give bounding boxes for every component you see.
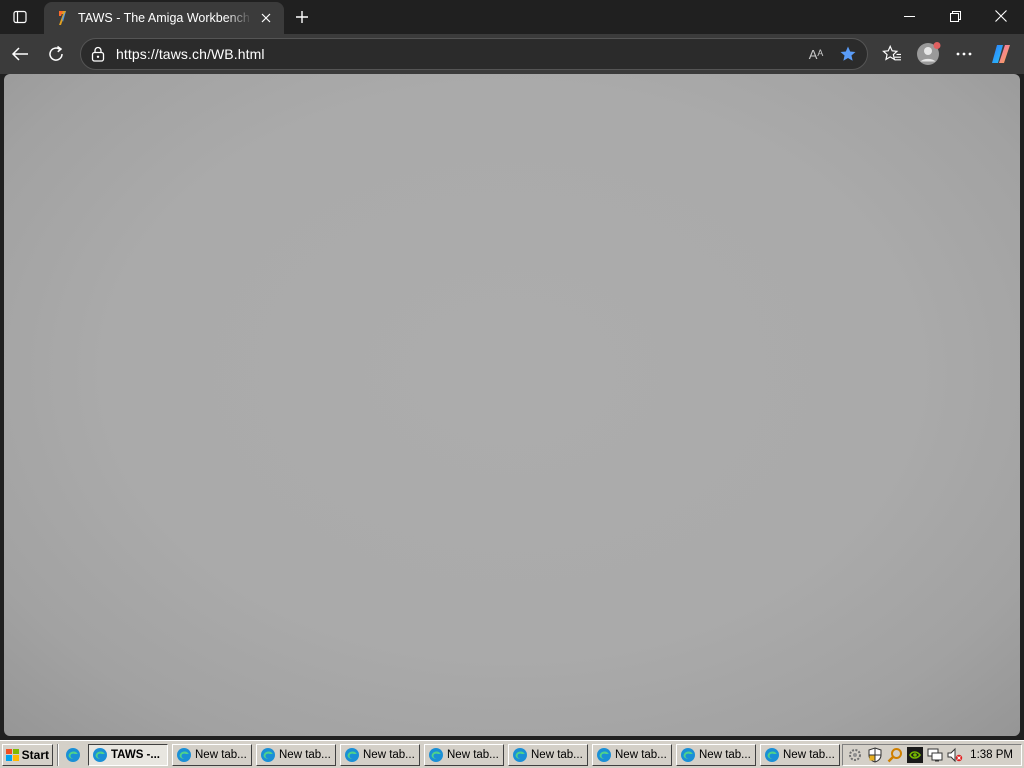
start-label: Start <box>21 747 49 762</box>
task-label: New tab... <box>615 748 667 761</box>
task-label: New tab... <box>279 748 331 761</box>
search-icon[interactable] <box>887 747 903 763</box>
task-label: TAWS -... <box>111 748 160 761</box>
task-button-new-tab[interactable]: New tab... <box>676 743 756 766</box>
task-button-taws[interactable]: TAWS -... <box>88 743 168 766</box>
browser-toolbar: https://taws.ch/WB.html Aᴬ <box>0 34 1024 74</box>
edge-icon <box>93 747 107 762</box>
clock[interactable]: 1:38 PM <box>970 749 1013 761</box>
close-icon[interactable] <box>256 8 276 28</box>
edge-icon <box>177 747 191 762</box>
close-window-icon[interactable] <box>978 0 1024 32</box>
new-tab-icon[interactable] <box>288 4 316 30</box>
edge-quicklaunch-icon[interactable] <box>62 744 84 766</box>
edge-icon <box>429 747 443 762</box>
edge-icon <box>345 747 359 762</box>
task-label: New tab... <box>447 748 499 761</box>
copilot-icon[interactable] <box>986 40 1016 68</box>
shield-icon[interactable] <box>867 747 883 763</box>
reload-icon[interactable] <box>41 40 71 68</box>
task-button-new-tab[interactable]: New tab... <box>340 743 420 766</box>
task-button-new-tab[interactable]: New tab... <box>424 743 504 766</box>
task-button-new-tab[interactable]: New tab... <box>592 743 672 766</box>
edge-icon <box>597 747 611 762</box>
browser-titlebar: TAWS - The Amiga Workbench Site <box>0 0 1024 34</box>
taws-favicon <box>54 10 70 26</box>
system-tray: 1:38 PM <box>842 744 1022 766</box>
task-button-new-tab[interactable]: New tab... <box>256 743 336 766</box>
back-icon[interactable] <box>5 40 35 68</box>
task-label: New tab... <box>531 748 583 761</box>
task-button-new-tab[interactable]: New tab... <box>508 743 588 766</box>
start-button[interactable]: Start <box>2 743 53 766</box>
edge-icon <box>513 747 527 762</box>
site-info-icon[interactable] <box>90 46 106 62</box>
page-viewport[interactable] <box>4 74 1020 736</box>
nvidia-icon[interactable] <box>907 747 923 763</box>
profile-icon[interactable] <box>912 40 946 68</box>
tab-active[interactable]: TAWS - The Amiga Workbench Site <box>44 2 284 34</box>
taskbar-separator <box>57 743 59 766</box>
edge-icon <box>765 747 779 762</box>
edge-icon <box>261 747 275 762</box>
task-label: New tab... <box>195 748 247 761</box>
favorites-icon[interactable] <box>877 40 907 68</box>
windows-logo-icon <box>6 748 19 761</box>
volume-muted-icon[interactable] <box>947 747 963 763</box>
edge-icon <box>681 747 695 762</box>
settings-icon[interactable] <box>847 747 863 763</box>
tab-actions-icon[interactable] <box>6 4 34 30</box>
taskbar: Start TAWS -... New tab... New tab... Ne… <box>0 740 1024 768</box>
url-text: https://taws.ch/WB.html <box>116 46 265 62</box>
favorite-star-icon[interactable] <box>833 39 863 69</box>
task-label: New tab... <box>699 748 751 761</box>
task-button-new-tab[interactable]: New tab... <box>760 743 840 766</box>
task-list: TAWS -... New tab... New tab... New tab.… <box>88 743 844 766</box>
tab-title: TAWS - The Amiga Workbench Site <box>78 11 252 25</box>
task-label: New tab... <box>363 748 415 761</box>
task-button-new-tab[interactable]: New tab... <box>172 743 252 766</box>
more-icon[interactable] <box>949 40 979 68</box>
address-bar[interactable]: https://taws.ch/WB.html Aᴬ <box>80 38 868 70</box>
task-label: New tab... <box>783 748 835 761</box>
read-aloud-icon[interactable]: Aᴬ <box>801 39 831 69</box>
restore-icon[interactable] <box>932 0 978 32</box>
minimize-icon[interactable] <box>886 0 932 32</box>
network-icon[interactable] <box>927 747 943 763</box>
